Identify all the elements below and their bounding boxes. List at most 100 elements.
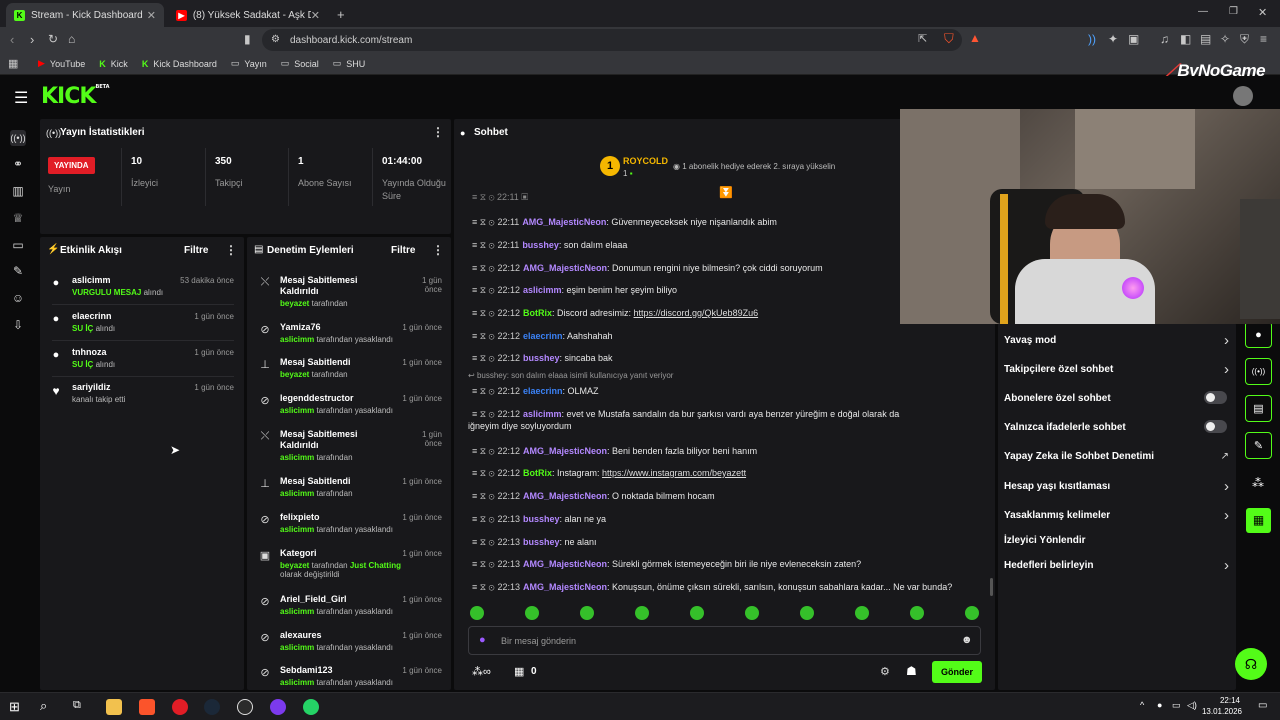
- brave-shield-icon[interactable]: ⛉: [944, 31, 954, 47]
- stream-nav-icon[interactable]: ((•)): [10, 130, 26, 146]
- emotes-only-toggle[interactable]: [1204, 420, 1227, 433]
- emote-icon[interactable]: [965, 606, 979, 620]
- kick-logo[interactable]: KICKBETA: [41, 84, 110, 109]
- bookmark-kick[interactable]: K Kick: [99, 58, 128, 69]
- avatar[interactable]: [1233, 86, 1253, 106]
- setting-redirect-viewers[interactable]: İzleyici Yönlendir: [1004, 535, 1229, 546]
- message-actions-icon[interactable]: ≡ ⧖ ⊙: [472, 386, 494, 396]
- forward-icon[interactable]: ›: [30, 32, 34, 47]
- minimize-icon[interactable]: —: [1198, 6, 1208, 17]
- mic-tray-icon[interactable]: ●: [1157, 700, 1162, 710]
- discord-icon[interactable]: [270, 699, 286, 715]
- home-icon[interactable]: ⌂: [68, 32, 75, 46]
- community-nav-icon[interactable]: ☺: [10, 291, 26, 307]
- apps-grid-icon[interactable]: ▦: [8, 57, 18, 70]
- subscribers-only-toggle[interactable]: [1204, 391, 1227, 404]
- network-icon[interactable]: ▭: [1172, 700, 1181, 711]
- message-actions-icon[interactable]: ≡ ⧖ ⊙: [472, 353, 494, 363]
- setting-banned-words[interactable]: Yasaklanmış kelimeler ›: [1004, 507, 1229, 524]
- message-username[interactable]: BotRix: [523, 308, 552, 318]
- setting-ai-moderation[interactable]: Yapay Zeka ile Sohbet Denetimi ↗: [1004, 451, 1229, 462]
- setting-account-age[interactable]: Hesap yaşı kısıtlaması ›: [1004, 478, 1229, 495]
- address-bar[interactable]: ⚙ dashboard.kick.com/stream: [262, 29, 962, 51]
- bookmark-folder-social[interactable]: ▭ Social: [281, 58, 319, 69]
- whatsapp-icon[interactable]: [303, 699, 319, 715]
- screenshot-icon[interactable]: ▣: [1128, 32, 1139, 46]
- setting-slow-mode[interactable]: Yavaş mod ›: [1004, 332, 1229, 349]
- moderation-actor[interactable]: aslicimm: [280, 335, 314, 344]
- moderation-actor[interactable]: aslicimm: [280, 525, 314, 534]
- setting-goals[interactable]: Hedefleri belirleyin ›: [1004, 557, 1229, 574]
- recorder-icon[interactable]: [172, 699, 188, 715]
- upload-nav-icon[interactable]: ⇩: [10, 318, 26, 334]
- moderation-actor[interactable]: beyazet: [280, 299, 309, 308]
- tray-chevron-icon[interactable]: ^: [1140, 700, 1144, 710]
- community-icon[interactable]: ⁂: [1252, 476, 1264, 490]
- message-username[interactable]: aslicimm: [523, 285, 562, 295]
- message-actions-icon[interactable]: ≡ ⧖ ⊙: [472, 263, 494, 273]
- music-icon[interactable]: ♫: [1160, 32, 1169, 46]
- clip-button[interactable]: ▦: [1246, 508, 1271, 533]
- message-actions-icon[interactable]: ≡ ⧖ ⊙: [472, 446, 494, 456]
- tools-button[interactable]: ✎: [1245, 432, 1272, 459]
- reload-icon[interactable]: ↻: [48, 32, 58, 46]
- message-username[interactable]: elaecrinn: [523, 386, 563, 396]
- message-username[interactable]: AMG_MajesticNeon: [523, 263, 607, 273]
- message-actions-icon[interactable]: ≡ ⧖ ⊙: [472, 537, 494, 547]
- notification-icon[interactable]: ▭: [1258, 700, 1267, 711]
- windows-start-icon[interactable]: ⊞: [9, 699, 20, 715]
- message-username[interactable]: busshey: [523, 514, 560, 524]
- emote-icon[interactable]: [690, 606, 704, 620]
- message-username[interactable]: busshey: [522, 240, 559, 250]
- brave-browser-icon[interactable]: [139, 699, 155, 715]
- message-actions-icon[interactable]: ≡ ⧖ ⊙: [472, 468, 494, 478]
- setting-followers-only[interactable]: Takipçilere özel sohbet ›: [1004, 361, 1229, 378]
- bookmark-folder-yayin[interactable]: ▭ Yayın: [231, 58, 267, 69]
- emote-icon[interactable]: [800, 606, 814, 620]
- restore-icon[interactable]: ❐: [1229, 6, 1238, 17]
- links-nav-icon[interactable]: ⚭: [10, 157, 26, 173]
- new-tab-icon[interactable]: +: [337, 7, 345, 22]
- microphone-icon[interactable]: ●: [479, 634, 486, 646]
- message-username[interactable]: AMG_MajesticNeon: [523, 582, 607, 592]
- moderation-more-icon[interactable]: ⋮: [432, 243, 444, 257]
- broadcast-button[interactable]: ((•)): [1245, 358, 1272, 385]
- tab-kick-dashboard[interactable]: K Stream - Kick Dashboard ✕: [6, 3, 164, 27]
- analytics-nav-icon[interactable]: ▥: [10, 184, 26, 200]
- message-actions-icon[interactable]: ≡ ⧖ ⊙: [472, 491, 494, 501]
- message-username[interactable]: AMG_MajesticNeon: [523, 559, 607, 569]
- message-username[interactable]: AMG_MajesticNeon: [522, 217, 606, 227]
- chat-input[interactable]: ● Bir mesaj gönderin ☻: [468, 626, 981, 655]
- sidebar-icon[interactable]: ◧: [1180, 32, 1191, 46]
- chat-toggle-button[interactable]: ●: [1245, 321, 1272, 348]
- leo-icon[interactable]: ✧: [1220, 32, 1230, 46]
- bookmark-folder-shu[interactable]: ▭ SHU: [333, 58, 366, 69]
- bookmark-youtube[interactable]: ▶ YouTube: [38, 58, 85, 69]
- message-link[interactable]: https://www.instagram.com/beyazett: [602, 468, 746, 478]
- brave-rewards-icon[interactable]: ▲: [969, 31, 981, 45]
- moderation-actor[interactable]: beyazet: [280, 561, 309, 570]
- message-actions-icon[interactable]: ≡ ⧖ ⊙: [472, 582, 494, 592]
- message-username[interactable]: elaecrinn: [523, 331, 563, 341]
- chat-settings-icon[interactable]: ⚙: [880, 665, 890, 678]
- activity-filter-button[interactable]: Filtre: [184, 245, 208, 256]
- moderation-actor[interactable]: aslicimm: [280, 453, 314, 462]
- emote-icon[interactable]: [855, 606, 869, 620]
- channel-points-icon[interactable]: ⁂∞: [472, 665, 491, 678]
- emote-icon[interactable]: [635, 606, 649, 620]
- speech-icon[interactable]: )): [1088, 32, 1096, 46]
- close-tab-icon[interactable]: ✕: [311, 9, 320, 22]
- share-icon[interactable]: ⇱: [918, 32, 927, 45]
- emote-icon[interactable]: [745, 606, 759, 620]
- emote-icon[interactable]: [470, 606, 484, 620]
- obs-icon[interactable]: [237, 699, 253, 715]
- back-icon[interactable]: ‹: [10, 32, 14, 47]
- tab-youtube[interactable]: ▶ (8) Yüksek Sadakat - Aşk Durduk ✕: [168, 3, 328, 27]
- task-view-icon[interactable]: ⧉: [73, 699, 81, 712]
- message-username[interactable]: AMG_MajesticNeon: [523, 446, 607, 456]
- menu-icon[interactable]: ≡: [1260, 32, 1267, 46]
- hamburger-menu-icon[interactable]: ☰: [14, 88, 28, 108]
- message-username[interactable]: busshey: [523, 353, 560, 363]
- message-actions-icon[interactable]: ≡ ⧖ ⊙: [472, 559, 494, 569]
- stats-more-icon[interactable]: ⋮: [432, 125, 444, 139]
